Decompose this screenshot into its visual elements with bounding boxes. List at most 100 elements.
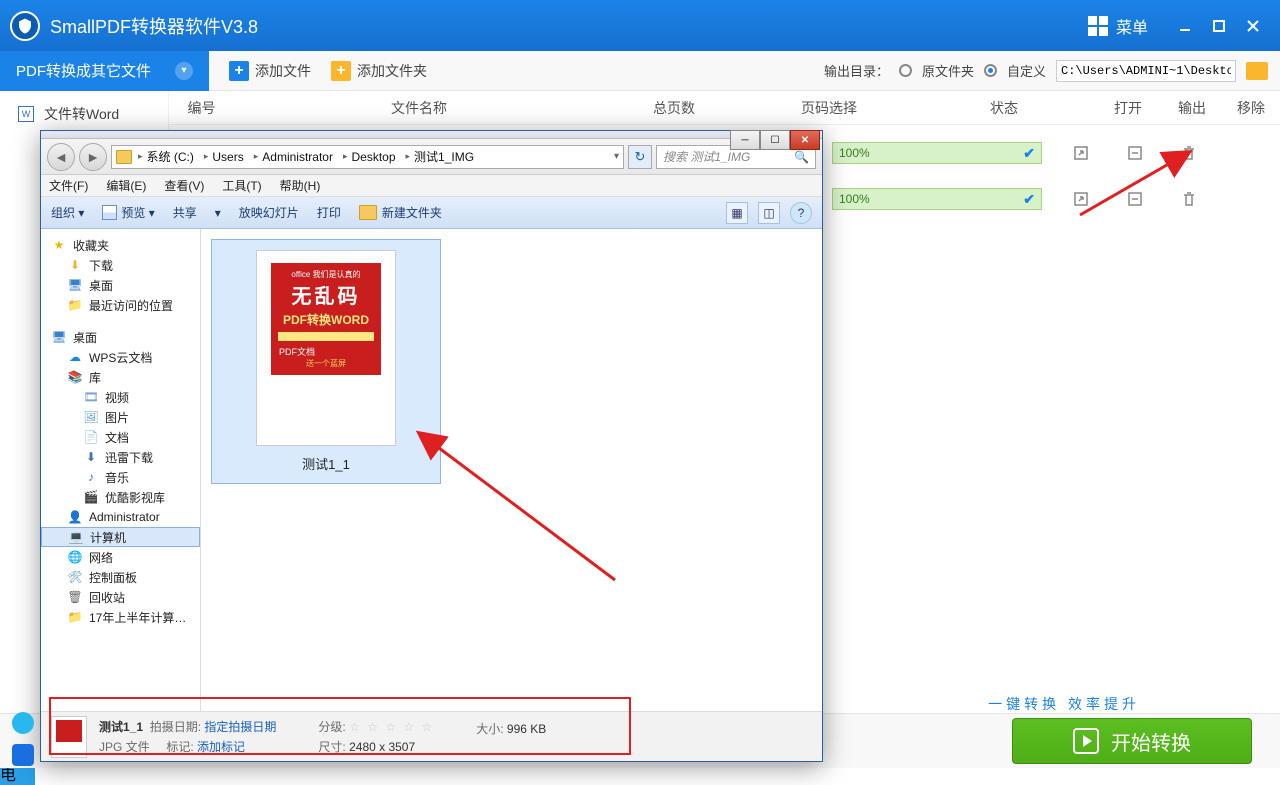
refresh-button[interactable]: ↻ [628,145,652,169]
nav-wps-cloud[interactable]: ☁WPS云文档 [41,347,200,367]
help-icon[interactable]: ? [790,202,812,224]
start-convert-button[interactable]: 开始转换 [1012,718,1252,764]
mode-dropdown[interactable]: PDF转换成其它文件 ▾ [0,51,209,91]
view-options-button[interactable]: ▦ [726,202,748,224]
details-pane: 测试1_1 拍摄日期: 指定拍摄日期 JPG 文件 标记: 添加标记 分级: ☆… [41,711,822,761]
remove-button[interactable] [1174,187,1204,211]
preview-button[interactable]: 预览 ▾ [102,204,154,221]
nav-favorites[interactable]: ★收藏夹 [41,235,200,255]
output-button[interactable] [1120,187,1150,211]
breadcrumb-seg[interactable]: Desktop [351,150,395,164]
nav-forward-button[interactable]: ► [79,143,107,171]
nav-libraries[interactable]: 📚库 [41,367,200,387]
desktop-icon: 🖥 [51,329,67,345]
minimize-button[interactable] [1168,11,1202,41]
task-icon[interactable] [12,744,34,766]
add-folder-label: 添加文件夹 [357,61,427,81]
close-button[interactable] [1236,11,1270,41]
dialog-minimize-button[interactable]: ─ [730,130,760,150]
address-bar[interactable]: ▸系统 (C:) ▸Users ▸Administrator ▸Desktop … [111,145,624,169]
nav-music[interactable]: ♪音乐 [41,467,200,487]
mode-dropdown-label: PDF转换成其它文件 [16,60,151,81]
nav-documents[interactable]: 📄文档 [41,427,200,447]
breadcrumb-seg[interactable]: Users [212,150,243,164]
details-tag[interactable]: 添加标记 [197,740,245,754]
col-status: 状态 [914,98,1094,118]
progress-bar: 100% ✔ [832,188,1042,210]
nav-desktop-root[interactable]: 🖥桌面 [41,327,200,347]
nav-network[interactable]: 🌐网络 [41,547,200,567]
nav-folder-17[interactable]: 📁17年上半年计算… [41,607,200,627]
start-convert-label: 开始转换 [1111,727,1191,756]
address-row: ◄ ► ▸系统 (C:) ▸Users ▸Administrator ▸Desk… [41,139,822,175]
nav-downloads[interactable]: ⬇下载 [41,255,200,275]
nav-recent[interactable]: 📁最近访问的位置 [41,295,200,315]
app-title: SmallPDF转换器软件V3.8 [50,13,258,39]
table-row: 100% ✔ [832,184,1262,214]
maximize-button[interactable] [1202,11,1236,41]
menu-tools[interactable]: 工具(T) [222,177,261,194]
computer-icon: 💻 [68,529,84,545]
folder-add-icon [359,205,377,220]
nav-control-panel[interactable]: 🛠控制面板 [41,567,200,587]
file-thumbnail-selected[interactable]: office 我们是认真的 无乱码 PDF转换WORD PDF文档 送一个蓝屏 … [211,239,441,484]
menu-view[interactable]: 查看(V) [164,177,204,194]
menu-help[interactable]: 帮助(H) [280,177,321,194]
menu-edit[interactable]: 编辑(E) [106,177,146,194]
nav-computer[interactable]: 💻计算机 [41,527,200,547]
add-file-button[interactable]: + 添加文件 [229,61,311,81]
folder-icon[interactable] [1246,62,1268,80]
rating-stars[interactable]: ☆ ☆ ☆ ☆ ☆ [349,720,434,734]
output-button[interactable] [1120,141,1150,165]
nav-recycle-bin[interactable]: 🗑回收站 [41,587,200,607]
dialog-close-button[interactable]: ✕ [790,130,820,150]
remove-button[interactable] [1174,141,1204,165]
add-folder-button[interactable]: + 添加文件夹 [331,61,427,81]
details-dimensions: 2480 x 3507 [349,740,415,754]
output-path-input[interactable] [1056,60,1236,82]
newfolder-button[interactable]: 新建文件夹 [359,204,442,221]
col-remove: 移除 [1222,98,1280,118]
radio-custom-folder[interactable] [984,64,997,77]
nav-desktop[interactable]: 🖥桌面 [41,275,200,295]
nav-xunlei[interactable]: ⬇迅雷下载 [41,447,200,467]
menu-bar: 文件(F) 编辑(E) 查看(V) 工具(T) 帮助(H) [41,175,822,197]
details-type: JPG 文件 [99,740,150,754]
chevron-down-icon: ▾ [175,62,193,80]
dialog-maximize-button[interactable]: ☐ [760,130,790,150]
menu-button[interactable]: 菜单 [1088,14,1148,38]
explorer-content-pane[interactable]: office 我们是认真的 无乱码 PDF转换WORD PDF文档 送一个蓝屏 … [201,229,822,711]
details-date[interactable]: 指定拍摄日期 [204,720,276,734]
nav-pictures[interactable]: 🖼图片 [41,407,200,427]
word-icon: W [18,106,34,122]
breadcrumb-seg[interactable]: 测试1_IMG [414,148,474,165]
thumbnail-caption: 测试1_1 [302,454,350,473]
output-dir-group: 输出目录： 原文件夹 自定义 [824,60,1268,82]
open-button[interactable] [1066,141,1096,165]
radio-source-folder[interactable] [899,64,912,77]
nav-videos[interactable]: 🎞视频 [41,387,200,407]
col-name: 文件名称 [234,98,604,118]
task-icon[interactable] [12,712,34,734]
slideshow-button[interactable]: 放映幻灯片 [239,204,299,221]
dropdown-arrow-icon[interactable]: ▾ [614,151,619,162]
nav-administrator[interactable]: 👤Administrator [41,507,200,527]
desktop-icon: 🖥 [67,277,83,293]
print-button[interactable]: 打印 [317,204,341,221]
share-button[interactable]: 共享 [173,204,197,221]
nav-youku[interactable]: 🎬优酷影视库 [41,487,200,507]
progress-value: 100% [839,146,870,160]
sidebar-item-file-to-word[interactable]: W 文件转Word [0,97,168,131]
open-button[interactable] [1066,187,1096,211]
library-icon: 📚 [67,369,83,385]
menu-file[interactable]: 文件(F) [49,177,88,194]
breadcrumb-seg[interactable]: 系统 (C:) [147,148,194,165]
nav-back-button[interactable]: ◄ [47,143,75,171]
organize-button[interactable]: 组织 ▾ [51,204,84,221]
check-icon: ✔ [1023,145,1035,162]
file-explorer-dialog: ─ ☐ ✕ ◄ ► ▸系统 (C:) ▸Users ▸Administrator… [40,130,823,762]
preview-pane-button[interactable]: ◫ [758,202,780,224]
breadcrumb-seg[interactable]: Administrator [262,150,333,164]
plus-icon: + [331,61,351,81]
control-panel-icon: 🛠 [67,569,83,585]
